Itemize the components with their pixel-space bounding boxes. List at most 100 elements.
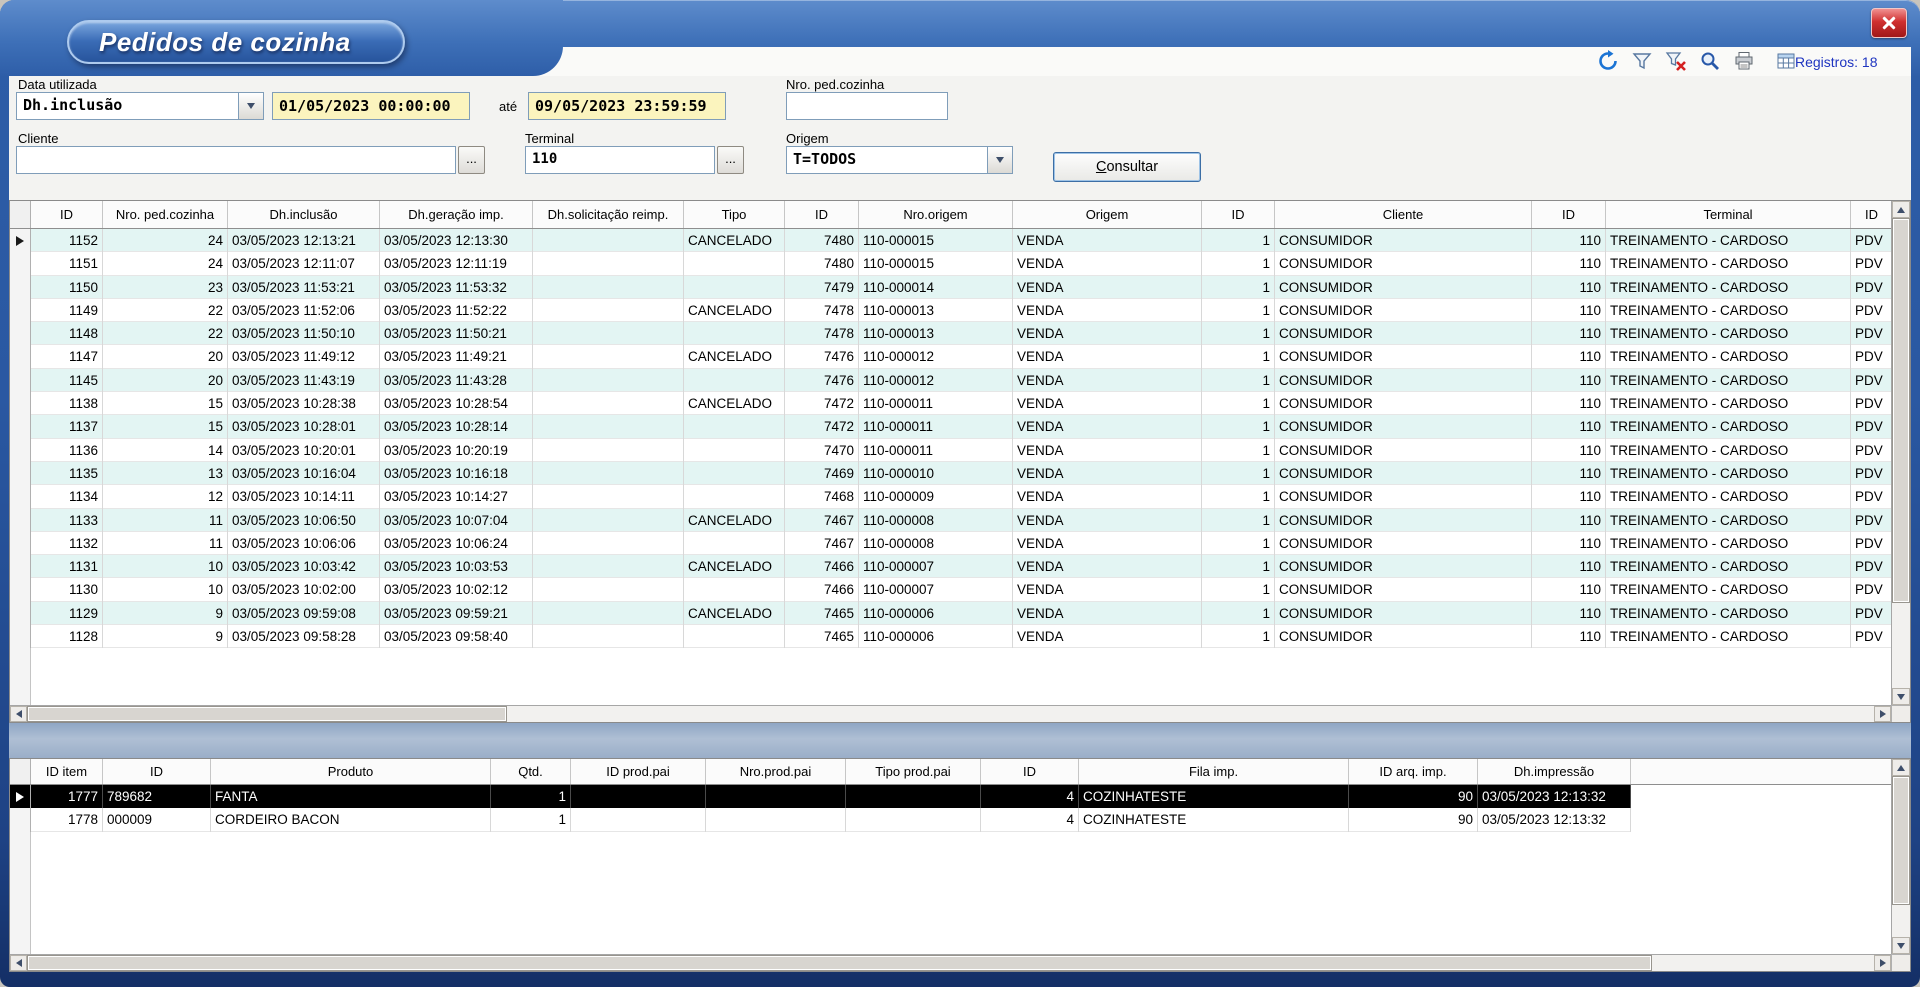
cell[interactable]: CONSUMIDOR [1275, 252, 1532, 275]
cell[interactable]: VENDA [1013, 415, 1202, 438]
cell[interactable]: 110-000007 [859, 555, 1013, 578]
cell[interactable]: 1 [1202, 509, 1275, 532]
scroll-up-button[interactable] [1892, 201, 1910, 218]
cell[interactable]: CONSUMIDOR [1275, 415, 1532, 438]
orders-grid-vscrollbar[interactable] [1891, 201, 1910, 705]
cell[interactable]: VENDA [1013, 532, 1202, 555]
cell[interactable]: 110-000015 [859, 229, 1013, 252]
cell[interactable]: 03/05/2023 11:52:06 [228, 299, 380, 322]
cell[interactable]: 03/05/2023 11:43:28 [380, 369, 533, 392]
cell[interactable]: 1777 [31, 785, 103, 808]
table-row[interactable]: 1128903/05/2023 09:58:2803/05/2023 09:58… [10, 625, 1891, 648]
date-to-field[interactable]: 09/05/2023 23:59:59 [528, 92, 726, 120]
cell[interactable]: 110 [1532, 625, 1606, 648]
cell[interactable] [684, 625, 785, 648]
cell[interactable]: 110-000015 [859, 252, 1013, 275]
cell[interactable]: 7480 [785, 229, 859, 252]
column-header[interactable]: Nro.origem [859, 201, 1013, 228]
cell[interactable] [533, 322, 684, 345]
table-row[interactable]: 11492203/05/2023 11:52:0603/05/2023 11:5… [10, 299, 1891, 322]
cell[interactable]: VENDA [1013, 229, 1202, 252]
cell[interactable]: 03/05/2023 10:03:53 [380, 555, 533, 578]
scroll-left-button[interactable] [10, 706, 27, 722]
cell[interactable] [533, 229, 684, 252]
cell[interactable]: 110-000014 [859, 276, 1013, 299]
cell[interactable] [684, 276, 785, 299]
table-row[interactable]: 11301003/05/2023 10:02:0003/05/2023 10:0… [10, 578, 1891, 601]
cell[interactable]: TREINAMENTO - CARDOSO [1606, 276, 1851, 299]
cell[interactable] [533, 392, 684, 415]
cell[interactable]: VENDA [1013, 252, 1202, 275]
cell[interactable]: 7472 [785, 392, 859, 415]
cell[interactable]: 110 [1532, 555, 1606, 578]
cell[interactable]: 03/05/2023 11:49:21 [380, 345, 533, 368]
cell[interactable]: 110 [1532, 462, 1606, 485]
cell[interactable]: PDV [1851, 345, 1891, 368]
cell[interactable]: 110 [1532, 299, 1606, 322]
cell[interactable]: CONSUMIDOR [1275, 578, 1532, 601]
cell[interactable]: PDV [1851, 555, 1891, 578]
cell[interactable]: PDV [1851, 439, 1891, 462]
column-header[interactable]: ID [103, 759, 211, 784]
scroll-track[interactable] [1892, 218, 1910, 688]
cell[interactable]: 7465 [785, 625, 859, 648]
scroll-left-button[interactable] [10, 955, 27, 971]
table-row[interactable]: 11351303/05/2023 10:16:0403/05/2023 10:1… [10, 462, 1891, 485]
cell[interactable]: 110 [1532, 602, 1606, 625]
cell[interactable] [571, 808, 706, 831]
cell[interactable]: 03/05/2023 09:58:40 [380, 625, 533, 648]
cell[interactable]: 20 [103, 345, 228, 368]
cell[interactable]: CANCELADO [684, 509, 785, 532]
cell[interactable]: 20 [103, 369, 228, 392]
cell[interactable]: 1 [1202, 229, 1275, 252]
table-row[interactable]: 1129903/05/2023 09:59:0803/05/2023 09:59… [10, 602, 1891, 625]
cell[interactable]: 110 [1532, 415, 1606, 438]
cell[interactable]: 03/05/2023 10:28:14 [380, 415, 533, 438]
cell[interactable]: 03/05/2023 12:13:32 [1478, 785, 1631, 808]
chevron-down-icon[interactable] [987, 147, 1012, 173]
cell[interactable] [533, 276, 684, 299]
cell[interactable] [684, 462, 785, 485]
cell[interactable]: 03/05/2023 10:28:38 [228, 392, 380, 415]
scroll-track[interactable] [27, 955, 1874, 971]
table-row[interactable]: 11331103/05/2023 10:06:5003/05/2023 10:0… [10, 509, 1891, 532]
cell[interactable]: VENDA [1013, 322, 1202, 345]
scroll-track[interactable] [27, 706, 1874, 722]
cell[interactable]: CANCELADO [684, 602, 785, 625]
cell[interactable]: PDV [1851, 578, 1891, 601]
cell[interactable]: 1152 [31, 229, 103, 252]
column-header[interactable]: Dh.geração imp. [380, 201, 533, 228]
cell[interactable]: PDV [1851, 252, 1891, 275]
cell[interactable]: 110-000013 [859, 299, 1013, 322]
cell[interactable]: 110 [1532, 485, 1606, 508]
cell[interactable]: 110 [1532, 276, 1606, 299]
cell[interactable]: TREINAMENTO - CARDOSO [1606, 252, 1851, 275]
cell[interactable]: 03/05/2023 10:16:04 [228, 462, 380, 485]
cell[interactable]: TREINAMENTO - CARDOSO [1606, 415, 1851, 438]
cell[interactable]: 10 [103, 578, 228, 601]
cell[interactable] [533, 509, 684, 532]
cell[interactable]: 03/05/2023 11:53:21 [228, 276, 380, 299]
cell[interactable]: 1 [1202, 578, 1275, 601]
cell[interactable]: PDV [1851, 369, 1891, 392]
table-row[interactable]: 1778000009CORDEIRO BACON14COZINHATESTE90… [10, 808, 1891, 831]
cell[interactable]: CONSUMIDOR [1275, 625, 1532, 648]
cell[interactable]: CANCELADO [684, 229, 785, 252]
cell[interactable]: CONSUMIDOR [1275, 509, 1532, 532]
cell[interactable]: 110 [1532, 369, 1606, 392]
cell[interactable]: TREINAMENTO - CARDOSO [1606, 369, 1851, 392]
table-row[interactable]: 11341203/05/2023 10:14:1103/05/2023 10:1… [10, 485, 1891, 508]
terminal-input[interactable]: 110 [525, 146, 715, 174]
column-header[interactable]: Fila imp. [1079, 759, 1349, 784]
cell[interactable]: 03/05/2023 09:59:08 [228, 602, 380, 625]
column-header[interactable]: ID [1532, 201, 1606, 228]
cell[interactable]: 7469 [785, 462, 859, 485]
cell[interactable]: 03/05/2023 09:58:28 [228, 625, 380, 648]
terminal-browse-button[interactable]: ... [717, 146, 744, 174]
cell[interactable]: 1134 [31, 485, 103, 508]
table-row[interactable]: 11482203/05/2023 11:50:1003/05/2023 11:5… [10, 322, 1891, 345]
scroll-thumb[interactable] [27, 706, 507, 722]
cell[interactable]: VENDA [1013, 602, 1202, 625]
items-grid-hscrollbar[interactable] [10, 954, 1891, 971]
cell[interactable]: 03/05/2023 10:14:27 [380, 485, 533, 508]
